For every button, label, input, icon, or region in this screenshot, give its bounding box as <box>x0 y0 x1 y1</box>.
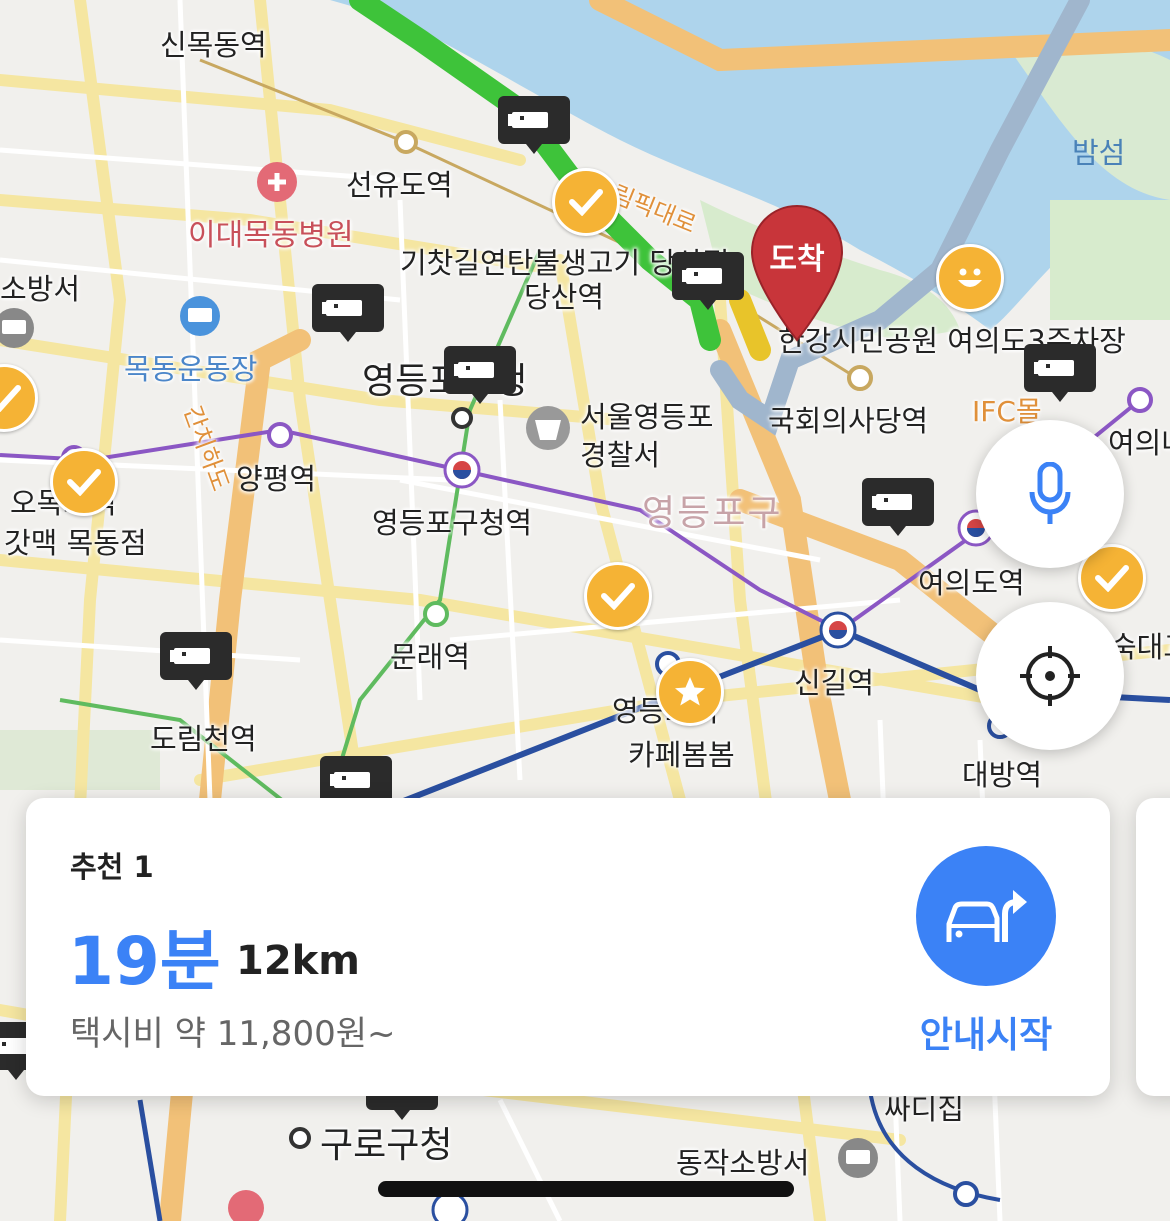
label-stadium: 목동운동장 <box>124 352 258 386</box>
label-fire-station: 소방서 <box>0 272 81 306</box>
label-guro-office: 구로구청 <box>320 1125 453 1166</box>
route-distance: 12km <box>236 938 360 984</box>
station-munrae <box>423 601 449 627</box>
label-munrae: 문래역 <box>390 640 471 674</box>
current-location-button[interactable] <box>976 602 1124 750</box>
cctv-camera-icon[interactable] <box>862 478 934 538</box>
label-yangpyeong: 양평역 <box>236 462 317 496</box>
station-yangpyeong <box>267 422 293 448</box>
star-badge-icon[interactable] <box>656 658 724 726</box>
recommend-label: 추천 1 <box>70 850 154 884</box>
label-dangsan: 당산역 <box>524 280 605 314</box>
check-badge-icon[interactable] <box>50 448 118 516</box>
label-yeouido: 여의도역 <box>918 566 1025 600</box>
station-yeouinaru <box>1127 387 1153 413</box>
station-seonyudo <box>394 130 418 154</box>
transfer-bottom <box>431 1191 469 1221</box>
label-daebang: 대방역 <box>962 758 1043 792</box>
label-police: 서울영등포 <box>580 400 714 434</box>
start-navigation-label[interactable]: 안내시작 <box>886 1006 1086 1058</box>
label-assembly: 국회의사당역 <box>768 404 929 438</box>
station-bottom <box>953 1181 979 1207</box>
car-turn-icon <box>946 890 1027 942</box>
label-bamseom: 밤섬 <box>1072 136 1126 170</box>
label-dongjak-fire: 동작소방서 <box>676 1146 810 1180</box>
cctv-camera-icon[interactable] <box>444 346 516 406</box>
next-route-card[interactable] <box>1136 798 1170 1096</box>
label-sinmokdong: 신목동역 <box>160 28 267 62</box>
cctv-camera-icon[interactable] <box>1024 344 1096 404</box>
cctv-camera-icon[interactable] <box>160 632 232 692</box>
hospital-icon2 <box>228 1190 264 1221</box>
label-singil: 신길역 <box>794 666 875 700</box>
voice-search-button[interactable] <box>976 420 1124 568</box>
check-badge-icon[interactable] <box>584 562 652 630</box>
label-yeouinaru: 여의나루 <box>1108 426 1170 460</box>
label-police2: 경찰서 <box>580 438 661 472</box>
label-seonyudo: 선유도역 <box>346 168 453 202</box>
home-indicator[interactable] <box>378 1181 794 1197</box>
label-dorimcheon: 도림천역 <box>150 722 257 756</box>
start-navigation-button[interactable] <box>916 846 1056 986</box>
route-summary-card[interactable]: 추천 1 19분 12km 택시비 약 11,800원~ 안내시작 <box>26 798 1110 1096</box>
smile-badge-icon[interactable] <box>936 244 1004 312</box>
cctv-camera-icon[interactable] <box>312 284 384 344</box>
label-cafe: 카페봄봄 <box>628 738 735 772</box>
destination-pin[interactable]: 도착 <box>748 204 846 344</box>
taxi-fare: 택시비 약 11,800원~ <box>70 1014 396 1054</box>
cctv-camera-icon[interactable] <box>672 252 744 312</box>
label-ydp-gu-station: 영등포구청역 <box>372 506 533 540</box>
label-gatmaek: 갓맥 목동점 <box>4 526 147 560</box>
route-duration: 19분 <box>68 923 221 1000</box>
crosshair-icon <box>1020 646 1080 706</box>
check-badge-icon[interactable] <box>552 168 620 236</box>
subway-line-blue2 <box>137 1099 163 1221</box>
microphone-icon <box>1029 462 1071 524</box>
cctv-camera-icon[interactable] <box>498 96 570 156</box>
station-guro <box>289 1127 311 1149</box>
destination-pin-label: 도착 <box>769 242 825 277</box>
label-hospital: 이대목동병원 <box>188 218 354 253</box>
station-office <box>451 407 473 429</box>
station-assembly <box>847 365 873 391</box>
label-district: 영등포구 <box>642 493 783 534</box>
